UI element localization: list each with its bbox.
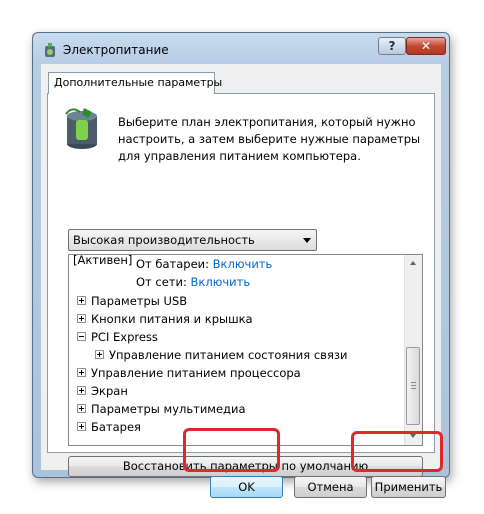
expand-plus-icon[interactable] <box>95 350 104 359</box>
expand-plus-icon[interactable] <box>77 422 86 431</box>
tree-item-label: От батареи: <box>136 257 210 271</box>
expand-plus-icon[interactable] <box>77 368 86 377</box>
advanced-settings-panel: Выберите план электропитания, который ну… <box>47 93 435 477</box>
battery-plug-icon <box>65 108 97 149</box>
vertical-scrollbar[interactable] <box>404 255 422 445</box>
cancel-button[interactable]: Отмена <box>294 476 367 498</box>
power-options-icon <box>45 43 55 57</box>
tab-advanced-settings[interactable]: Дополнительные параметры <box>48 72 222 94</box>
tree-item-pci-express[interactable]: PCI Express <box>77 328 158 346</box>
tree-item-label: Параметры USB <box>91 294 188 308</box>
power-options-window: Электропитание ? ✕ Дополнительные параме… <box>32 32 450 498</box>
ok-button-highlight <box>183 428 280 472</box>
tree-item-multimedia[interactable]: Параметры мультимедиа <box>77 400 246 418</box>
grip-line <box>411 385 416 386</box>
expand-plus-icon[interactable] <box>77 314 86 323</box>
grip-line <box>411 388 416 389</box>
tree-item-battery[interactable]: Батарея <box>77 418 141 436</box>
help-button[interactable]: ? <box>378 37 406 55</box>
apply-button-highlight <box>351 431 443 472</box>
window-title: Электропитание <box>63 43 169 57</box>
tree-item-on-battery[interactable]: От батареи: Включить <box>136 255 272 273</box>
chevron-down-icon <box>303 238 311 243</box>
grip-line <box>411 382 416 383</box>
tree-item-processor-power[interactable]: Управление питанием процессора <box>77 364 301 382</box>
title-bar[interactable]: Электропитание ? ✕ <box>33 33 449 63</box>
tree-item-label: Управление питанием состояния связи <box>109 348 348 362</box>
tree-item-label: Параметры мультимедиа <box>91 402 246 416</box>
tree-item-usb-settings[interactable]: Параметры USB <box>77 292 187 310</box>
description-text: Выберите план электропитания, который ну… <box>118 115 421 163</box>
power-plan-select[interactable]: Высокая производительность [Активен] <box>68 229 317 267</box>
scrollbar-thumb[interactable] <box>406 347 420 425</box>
tree-item-label: От сети: <box>136 275 187 289</box>
ok-button[interactable]: OK <box>210 476 283 498</box>
apply-button[interactable]: Применить <box>371 476 446 498</box>
close-button[interactable]: ✕ <box>406 37 446 55</box>
tree-item-label: Батарея <box>91 420 141 434</box>
on-battery-value-link[interactable]: Включить <box>213 257 273 271</box>
expand-plus-icon[interactable] <box>77 296 86 305</box>
tree-item-power-buttons-lid[interactable]: Кнопки питания и крышка <box>77 310 253 328</box>
dialog-body: Дополнительные параметры Выберите план э… <box>41 64 446 498</box>
expand-plus-icon[interactable] <box>77 386 86 395</box>
tree-item-label: PCI Express <box>91 330 158 344</box>
expand-plus-icon[interactable] <box>77 404 86 413</box>
tree-item-link-state-power[interactable]: Управление питанием состояния связи <box>95 346 347 364</box>
tree-item-label: Управление питанием процессора <box>91 366 301 380</box>
tree-item-on-ac[interactable]: От сети: Включить <box>136 273 250 291</box>
tree-item-display[interactable]: Экран <box>77 382 128 400</box>
scroll-up-arrow-icon[interactable] <box>405 255 422 272</box>
collapse-minus-icon[interactable] <box>77 332 86 341</box>
tree-item-label: Кнопки питания и крышка <box>91 312 253 326</box>
settings-tree[interactable]: От батареи: Включить От сети: Включить П… <box>68 254 423 446</box>
on-ac-value-link[interactable]: Включить <box>191 275 251 289</box>
